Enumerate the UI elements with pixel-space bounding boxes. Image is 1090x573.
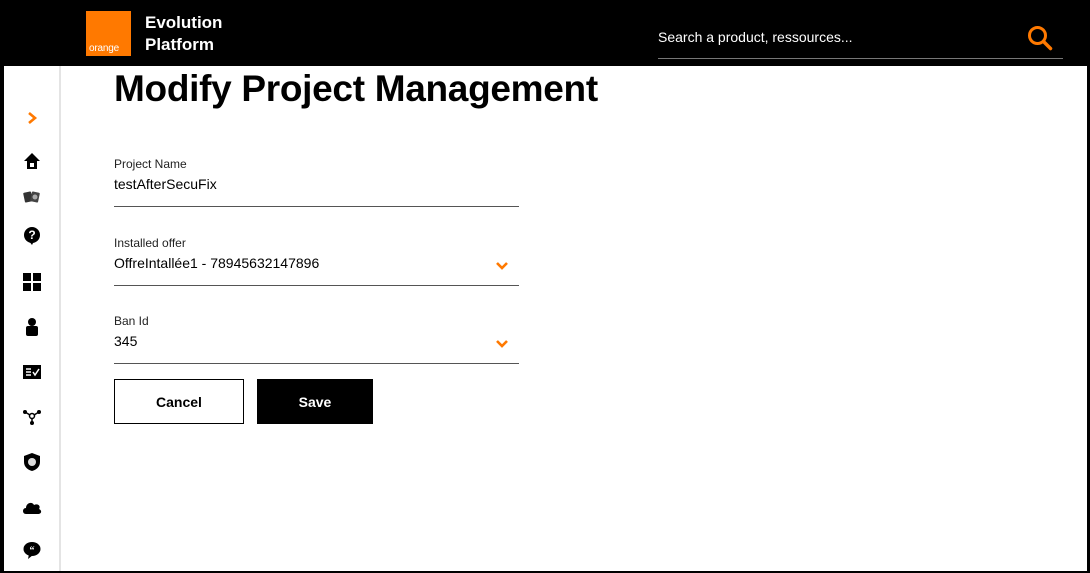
logo-text: orange: [89, 43, 119, 54]
brand-name: Evolution Platform: [145, 12, 222, 56]
project-name-label: Project Name: [114, 157, 187, 171]
chevron-down-icon[interactable]: [495, 336, 509, 348]
brand-line-1: Evolution: [145, 13, 223, 32]
chevron-right-icon[interactable]: [20, 106, 44, 130]
ban-id-select[interactable]: Ban Id 345: [114, 314, 519, 364]
search-bar: [658, 18, 1063, 59]
top-header: orange Evolution Platform: [4, 0, 1087, 66]
installed-offer-value[interactable]: OffreIntallée1 - 78945632147896: [114, 255, 319, 271]
chevron-down-icon[interactable]: [495, 258, 509, 270]
quote-bubble-icon[interactable]: “: [20, 538, 44, 562]
user-icon[interactable]: [20, 315, 44, 339]
home-icon[interactable]: [20, 149, 44, 173]
svg-text:“: “: [30, 546, 35, 557]
page-frame: orange Evolution Platform ?: [4, 0, 1087, 571]
search-input[interactable]: [658, 18, 1008, 56]
checklist-icon[interactable]: [20, 360, 44, 384]
cloud-icon[interactable]: [20, 495, 44, 519]
cancel-button[interactable]: Cancel: [114, 379, 244, 424]
ban-id-label: Ban Id: [114, 314, 149, 328]
search-icon[interactable]: [1027, 25, 1053, 51]
installed-offer-label: Installed offer: [114, 236, 186, 250]
theater-icon[interactable]: [20, 185, 44, 209]
save-button[interactable]: Save: [257, 379, 373, 424]
sidebar: ? “: [4, 66, 61, 571]
page-title: Modify Project Management: [114, 68, 598, 109]
orange-logo[interactable]: orange: [86, 11, 131, 56]
installed-offer-select[interactable]: Installed offer OffreIntallée1 - 7894563…: [114, 236, 519, 286]
shield-icon[interactable]: [20, 450, 44, 474]
network-icon[interactable]: [20, 405, 44, 429]
help-icon[interactable]: ?: [20, 224, 44, 248]
ban-id-value[interactable]: 345: [114, 333, 137, 349]
project-name-field[interactable]: Project Name testAfterSecuFix: [114, 157, 519, 207]
svg-text:?: ?: [28, 228, 35, 242]
project-name-input[interactable]: testAfterSecuFix: [114, 176, 217, 192]
dashboard-icon[interactable]: [20, 270, 44, 294]
brand-line-2: Platform: [145, 35, 214, 54]
